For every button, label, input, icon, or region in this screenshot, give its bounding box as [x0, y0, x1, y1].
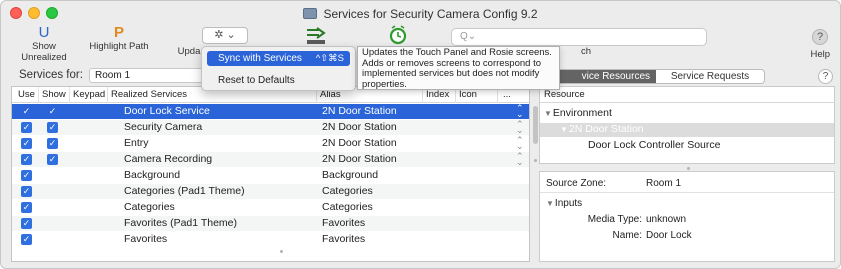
name-label: Name: — [612, 230, 642, 241]
column-more[interactable]: ... — [503, 89, 511, 100]
alias-stepper-icon[interactable]: ⌃ ⌄ — [516, 152, 524, 167]
tree-item-environment[interactable]: ▼Environment — [544, 107, 612, 119]
table-row[interactable]: ✓ Favorites (Pad1 Theme) Favorites — [12, 216, 529, 231]
services-panel: Services for: Room 1 Use Show Keypad Rea… — [11, 66, 538, 262]
search-input[interactable]: Q⌄ — [451, 28, 707, 46]
table-row[interactable]: ✓ ✓ Security Camera 2N Door Station ⌃ ⌄ — [12, 120, 529, 135]
highlight-path-button[interactable]: P Highlight Path — [88, 24, 150, 53]
highlight-path-label: Highlight Path — [89, 41, 149, 52]
app-window: Services for Security Camera Config 9.2 … — [0, 0, 841, 269]
resource-header: Resource — [540, 87, 834, 103]
column-show[interactable]: Show — [42, 89, 66, 100]
table-row[interactable]: ✓ ✓ Camera Recording 2N Door Station ⌃ ⌄ — [12, 152, 529, 167]
service-name: Camera Recording — [124, 153, 213, 165]
source-zone-label: Source Zone: — [546, 178, 607, 189]
menu-item-sync-with-services[interactable]: Sync with Services ^⇧⌘S — [207, 51, 350, 66]
alias-cell[interactable]: Categories — [322, 201, 373, 213]
inputs-disclosure[interactable]: ▼Inputs — [546, 198, 582, 209]
source-zone-value: Room 1 — [646, 178, 682, 189]
tooltip: Updates the Touch Panel and Rosie screen… — [357, 46, 560, 90]
show-checkbox[interactable]: ✓ — [47, 138, 58, 149]
tree-item-2n-door-station[interactable]: ▼2N Door Station — [540, 123, 834, 137]
use-checkbox[interactable]: ✓ — [21, 138, 32, 149]
column-realized-services[interactable]: Realized Services — [111, 89, 187, 100]
services-for-label: Services for: — [19, 69, 83, 81]
resource-tabs: vice Resources Service Requests — [539, 69, 765, 84]
alias-stepper-icon[interactable]: ⌃ ⌄ — [516, 104, 524, 119]
resource-details: Source Zone: Room 1 ▼Inputs Media Type: … — [539, 171, 835, 262]
column-use[interactable]: Use — [18, 89, 35, 100]
show-unrealized-button[interactable]: U Show Unrealized — [9, 24, 79, 64]
alias-cell[interactable]: 2N Door Station — [322, 137, 397, 149]
alias-cell[interactable]: Favorites — [322, 217, 365, 229]
menu-item-reset-to-defaults[interactable]: Reset to Defaults — [218, 75, 295, 86]
use-checkbox[interactable]: ✓ — [21, 122, 32, 133]
alias-cell[interactable]: Favorites — [322, 233, 365, 245]
service-name: Favorites — [124, 233, 168, 245]
table-row[interactable]: ✓ Favorites Favorites — [12, 232, 529, 247]
resource-tree: Resource ▼Environment ▼2N Door Station D… — [539, 86, 835, 164]
document-icon — [303, 8, 318, 19]
panel-resize-handle[interactable] — [280, 250, 283, 253]
alias-cell[interactable]: 2N Door Station — [322, 105, 397, 117]
service-name: Categories (Pad1 Theme) — [124, 185, 245, 197]
use-checkbox[interactable]: ✓ — [21, 186, 32, 197]
column-index[interactable]: Index — [426, 89, 449, 100]
clock-icon[interactable] — [388, 25, 408, 45]
disclosure-triangle-icon[interactable]: ▼ — [560, 125, 568, 134]
tree-item-door-lock-controller-source[interactable]: Door Lock Controller Source — [588, 139, 720, 151]
p-icon: P — [113, 24, 124, 41]
show-checkbox[interactable]: ✓ — [47, 154, 58, 165]
sync-icon[interactable] — [305, 26, 327, 45]
help-label: Help — [810, 49, 830, 60]
show-checkbox[interactable]: ✓ — [47, 122, 58, 133]
tab-service-requests[interactable]: Service Requests — [656, 70, 764, 83]
table-row[interactable]: ✓ Categories Categories — [12, 200, 529, 215]
use-checkbox[interactable]: ✓ — [21, 234, 32, 245]
resources-panel: vice Resources Service Requests ? Resour… — [537, 66, 835, 262]
alias-cell[interactable]: Background — [322, 169, 378, 181]
search-label: ch — [580, 46, 592, 57]
service-name: Background — [124, 169, 181, 181]
help-icon[interactable]: ? — [818, 69, 833, 84]
show-unrealized-label: Show Unrealized — [21, 41, 67, 63]
gear-menu-button[interactable]: ✲ ⌄ — [202, 27, 248, 44]
service-name: Door Lock Service — [124, 105, 210, 117]
keyboard-shortcut: ^⇧⌘S — [315, 53, 344, 64]
use-checkbox[interactable]: ✓ — [21, 106, 32, 117]
window-title: Services for Security Camera Config 9.2 — [1, 7, 840, 21]
help-icon[interactable]: ? — [812, 29, 828, 45]
table-row[interactable]: ✓ Categories (Pad1 Theme) Categories — [12, 184, 529, 199]
use-checkbox[interactable]: ✓ — [21, 202, 32, 213]
title-bar: Services for Security Camera Config 9.2 — [1, 1, 840, 25]
use-checkbox[interactable]: ✓ — [21, 154, 32, 165]
alias-cell[interactable]: Categories — [322, 185, 373, 197]
disclosure-triangle-icon[interactable]: ▼ — [544, 109, 552, 118]
column-keypad[interactable]: Keypad — [73, 89, 105, 100]
use-checkbox[interactable]: ✓ — [21, 218, 32, 229]
alias-stepper-icon[interactable]: ⌃ ⌄ — [516, 120, 524, 135]
service-name: Entry — [124, 137, 149, 149]
show-checkbox[interactable]: ✓ — [47, 106, 58, 117]
alias-stepper-icon[interactable]: ⌃ ⌄ — [516, 136, 524, 151]
media-type-value: unknown — [646, 214, 687, 225]
table-row[interactable]: ✓ ✓ Door Lock Service 2N Door Station ⌃ ⌄ — [12, 104, 529, 119]
alias-cell[interactable]: 2N Door Station — [322, 153, 397, 165]
use-checkbox[interactable]: ✓ — [21, 170, 32, 181]
services-table: Use Show Keypad Realized Services Alias … — [11, 86, 530, 262]
service-name: Favorites (Pad1 Theme) — [124, 217, 238, 229]
column-icon[interactable]: Icon — [459, 89, 477, 100]
service-name: Categories — [124, 201, 175, 213]
disclosure-triangle-icon[interactable]: ▼ — [546, 199, 554, 208]
table-row[interactable]: ✓ ✓ Entry 2N Door Station ⌃ ⌄ — [12, 136, 529, 151]
media-type-label: Media Type: — [587, 214, 642, 225]
table-row[interactable]: ✓ Background Background — [12, 168, 529, 183]
u-icon: U — [38, 24, 50, 41]
name-value: Door Lock — [646, 230, 692, 241]
update-label: Upda — [177, 46, 201, 57]
alias-cell[interactable]: 2N Door Station — [322, 121, 397, 133]
panel-resize-handle[interactable] — [687, 167, 690, 170]
gear-dropdown-menu: Sync with Services ^⇧⌘S Reset to Default… — [201, 46, 356, 91]
service-name: Security Camera — [124, 121, 203, 133]
